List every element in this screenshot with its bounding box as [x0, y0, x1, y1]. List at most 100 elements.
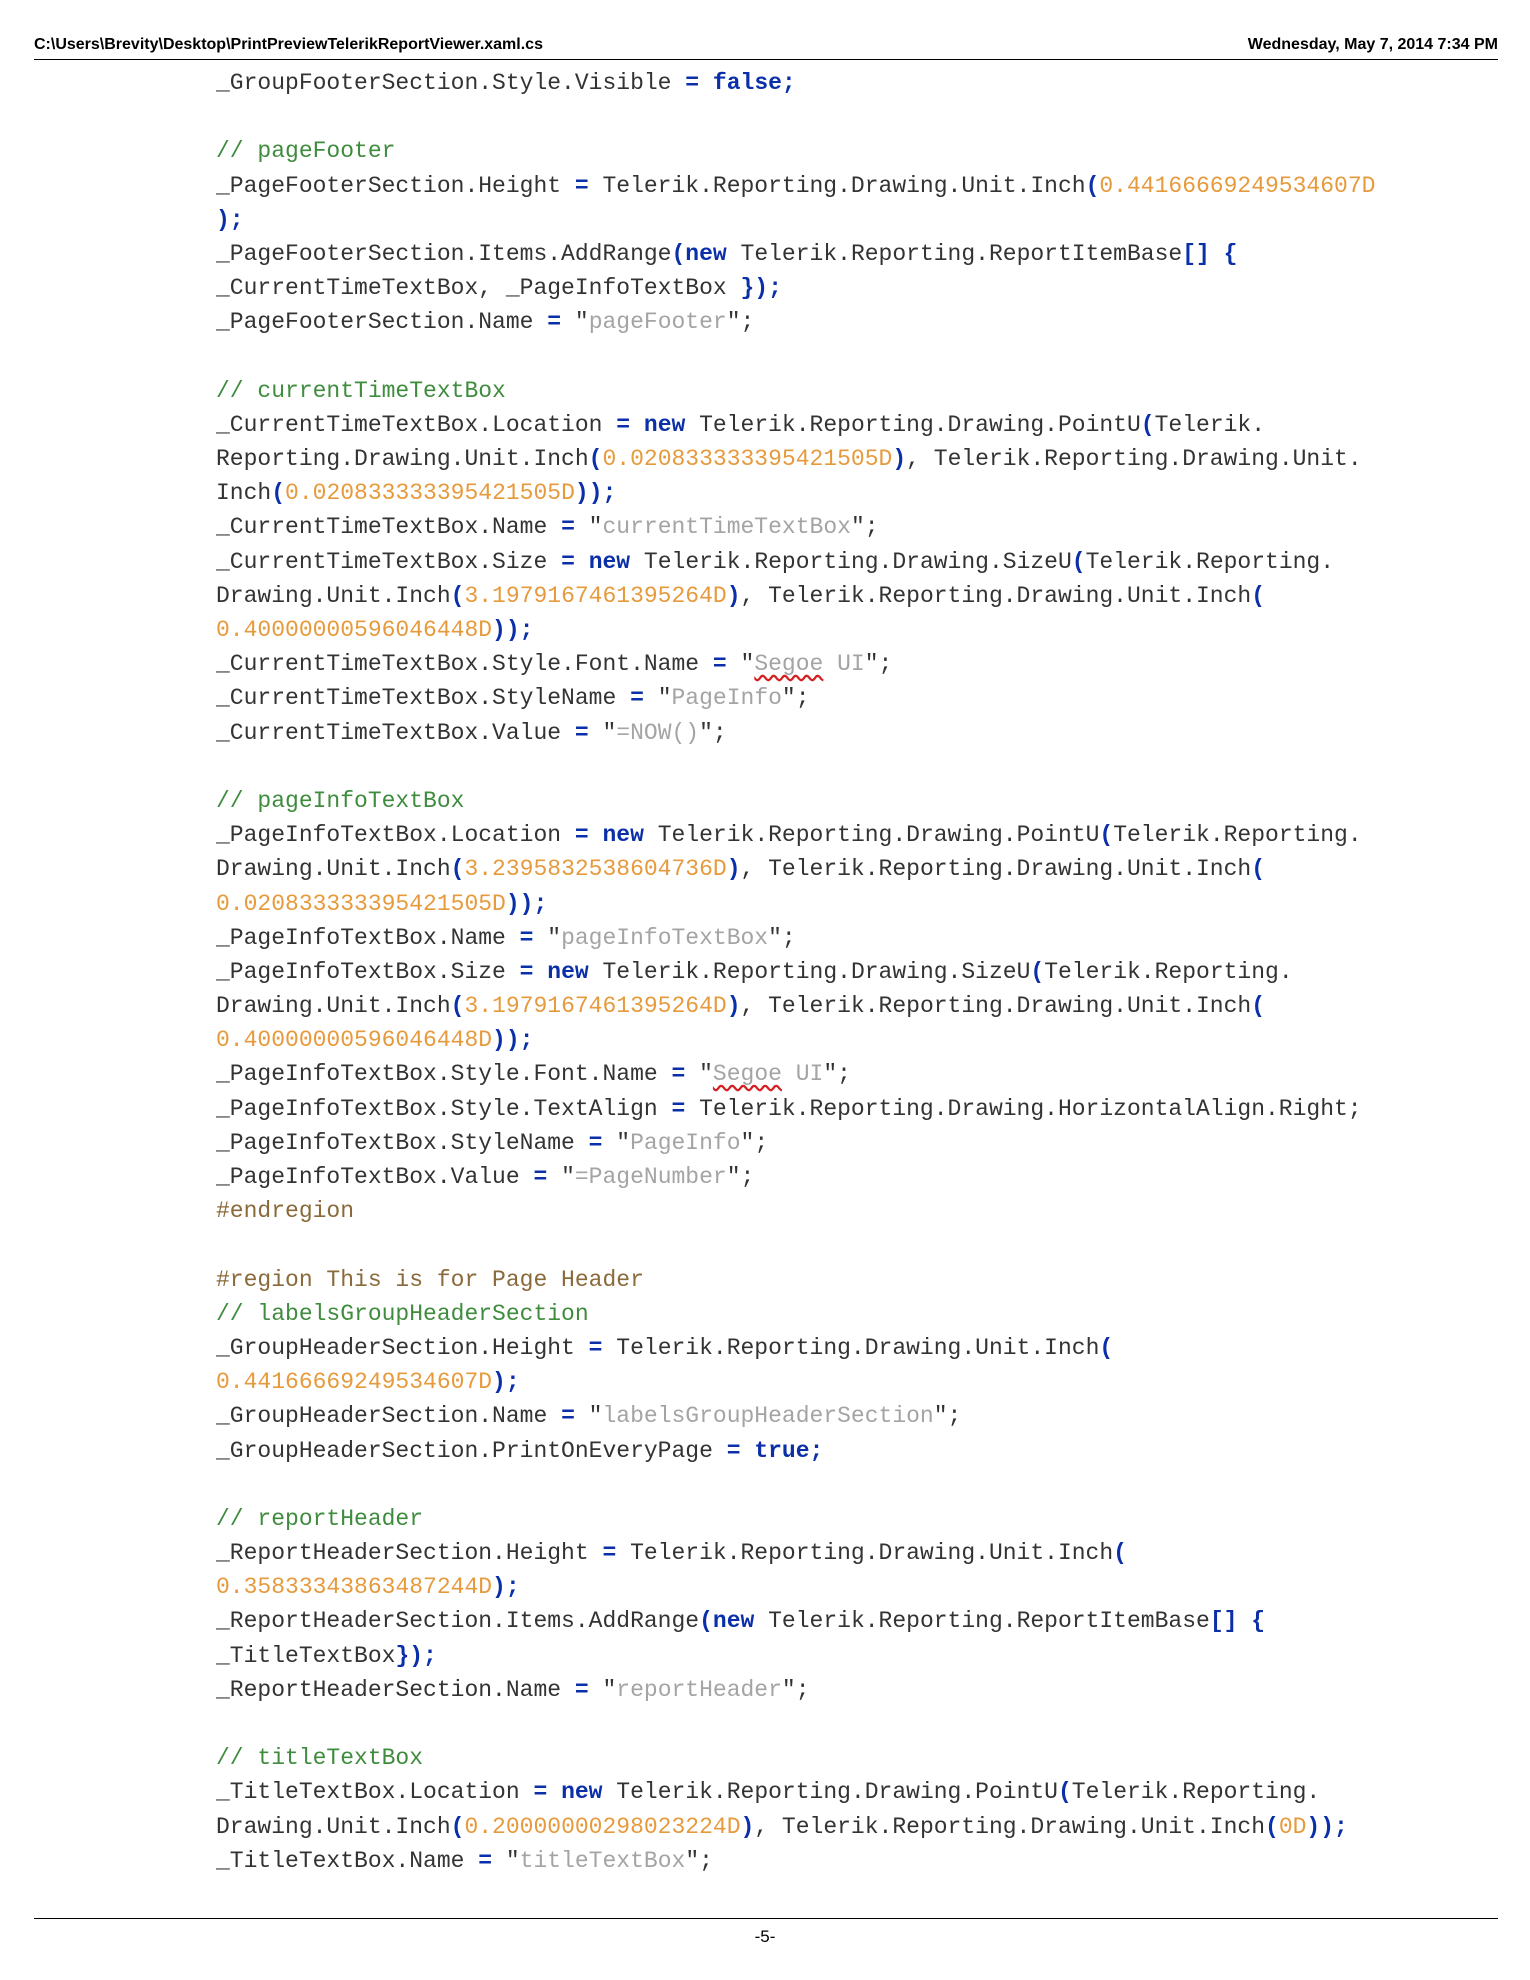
- code-token: Telerik.Reporting.Drawing.HorizontalAlig…: [685, 1095, 1362, 1122]
- code-token: Segoe: [712, 1061, 782, 1088]
- code-token: (: [1251, 993, 1266, 1020]
- code-token: currentTimeTextBox: [602, 514, 851, 541]
- code-token: Drawing.Unit.Inch: [216, 1813, 451, 1840]
- code-token: _CurrentTimeTextBox, _PageInfoTextBox: [216, 275, 741, 302]
- code-token: ";: [685, 1847, 713, 1874]
- code-token: Telerik.Reporting.ReportItemBase: [726, 240, 1183, 267]
- code-token: _PageFooterSection.Items.AddRange: [216, 240, 672, 267]
- code-token: =: [561, 514, 575, 541]
- code-token: ));: [574, 480, 617, 507]
- code-token: , Telerik.Reporting.Drawing.Unit.Inch: [740, 856, 1252, 883]
- code-token: Telerik.Reporting.: [1113, 822, 1362, 849]
- code-token: ": [602, 1129, 631, 1156]
- code-line: _ReportHeaderSection.Name = "reportHeade…: [216, 1673, 1506, 1707]
- code-token: ";: [740, 1129, 769, 1156]
- code-token: Inch: [216, 480, 272, 507]
- code-token: new: [588, 548, 631, 575]
- code-token: _PageInfoTextBox.Location: [216, 822, 575, 849]
- code-line: _PageFooterSection.Height = Telerik.Repo…: [216, 169, 1506, 203]
- code-token: pageInfoTextBox: [561, 924, 769, 951]
- code-line: _PageInfoTextBox.Style.Font.Name = "Sego…: [216, 1057, 1506, 1091]
- code-line: // currentTimeTextBox: [216, 374, 1506, 408]
- code-line: Reporting.Drawing.Unit.Inch(0.0208333333…: [216, 442, 1506, 476]
- code-token: ": [533, 924, 562, 951]
- code-token: _GroupHeaderSection.Height: [216, 1334, 589, 1361]
- code-line: _PageInfoTextBox.Name = "pageInfoTextBox…: [216, 921, 1506, 955]
- code-token: _GroupHeaderSection.Name: [216, 1403, 562, 1430]
- code-line: // reportHeader: [216, 1502, 1506, 1536]
- code-token: ": [561, 309, 589, 336]
- code-token: 0.020833333395421505D: [216, 890, 506, 917]
- code-token: _PageInfoTextBox.Size: [216, 958, 520, 985]
- page-header: C:\Users\Brevity\Desktop\PrintPreviewTel…: [34, 34, 1498, 60]
- code-token: _GroupFooterSection.Style.Visible: [216, 70, 686, 96]
- code-token: =: [519, 958, 534, 985]
- code-token: Drawing.Unit.Inch: [216, 856, 451, 883]
- code-token: });: [395, 1642, 437, 1669]
- code-token: =: [547, 309, 562, 336]
- code-token: new: [643, 411, 686, 438]
- code-token: 0.44166669249534607D: [216, 1369, 493, 1396]
- code-line: _GroupHeaderSection.PrintOnEveryPage = t…: [216, 1434, 1506, 1468]
- code-token: UI: [781, 1061, 824, 1088]
- code-token: ";: [768, 924, 796, 951]
- code-token: titleTextBox: [519, 1847, 686, 1874]
- code-token: ": [726, 651, 755, 678]
- code-token: // reportHeader: [216, 1505, 424, 1532]
- code-token: =: [588, 1334, 603, 1361]
- code-token: Reporting.Drawing.Unit.Inch: [216, 446, 589, 473]
- code-token: ));: [492, 617, 534, 643]
- code-line: _GroupHeaderSection.Name = "labelsGroupH…: [216, 1399, 1506, 1433]
- code-token: );: [492, 1574, 520, 1601]
- code-token: );: [216, 206, 244, 233]
- code-token: [] {: [1209, 1608, 1266, 1635]
- code-token: =NOW(): [616, 719, 700, 746]
- code-token: (: [1099, 1334, 1114, 1361]
- code-token: // pageFooter: [216, 138, 396, 165]
- code-token: , Telerik.Reporting.Drawing.Unit.Inch: [740, 993, 1252, 1020]
- code-line: #region This is for Page Header: [216, 1263, 1506, 1297]
- code-token: ": [574, 514, 603, 541]
- code-token: ";: [726, 1164, 755, 1190]
- code-token: ": [492, 1847, 520, 1874]
- code-token: reportHeader: [616, 1676, 782, 1703]
- code-token: 0.20000000298023224D: [464, 1813, 741, 1840]
- code-token: =: [519, 924, 534, 951]
- code-token: [] {: [1182, 240, 1238, 267]
- code-token: labelsGroupHeaderSection: [602, 1403, 934, 1430]
- code-token: ";: [933, 1403, 962, 1430]
- code-token: Telerik.Reporting.Drawing.PointU: [685, 411, 1141, 438]
- code-line: );: [216, 203, 1506, 237]
- code-token: Telerik.Reporting.: [1071, 1779, 1321, 1806]
- code-token: _CurrentTimeTextBox.Style.Font.Name: [216, 651, 713, 678]
- code-token: (: [699, 1608, 713, 1635]
- code-line: _TitleTextBox.Location = new Telerik.Rep…: [216, 1775, 1506, 1809]
- code-token: 0D: [1278, 1813, 1307, 1840]
- code-token: new: [602, 822, 644, 849]
- code-token: (: [1265, 1813, 1279, 1840]
- code-token: Telerik.Reporting.: [1044, 958, 1293, 985]
- code-token: _PageInfoTextBox.Style.Font.Name: [216, 1061, 672, 1088]
- code-token: _TitleTextBox.Name: [216, 1847, 479, 1874]
- code-token: ): [740, 1813, 755, 1840]
- print-date: Wednesday, May 7, 2014 7:34 PM: [1247, 36, 1498, 53]
- code-token: ): [726, 582, 741, 609]
- code-token: (: [588, 446, 603, 473]
- code-token: ));: [505, 890, 548, 917]
- code-token: _CurrentTimeTextBox.StyleName: [216, 685, 631, 712]
- code-token: Telerik.Reporting.Drawing.PointU: [643, 822, 1100, 849]
- code-token: _CurrentTimeTextBox.Name: [216, 514, 562, 541]
- code-token: =: [616, 411, 631, 438]
- code-line: _GroupFooterSection.Style.Visible = fals…: [216, 66, 1506, 100]
- code-token: =: [671, 1061, 686, 1088]
- footer-rule: [34, 1918, 1498, 1919]
- code-line: Inch(0.020833333395421505D));: [216, 476, 1506, 510]
- code-token: 0.44166669249534607D: [1099, 172, 1376, 199]
- code-token: =: [588, 1129, 603, 1156]
- code-token: =: [574, 822, 589, 849]
